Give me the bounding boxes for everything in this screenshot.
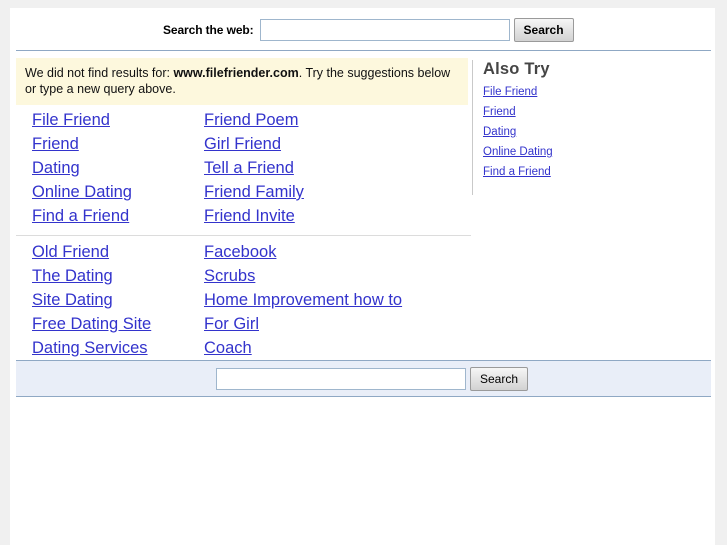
also-try-link[interactable]: File Friend — [483, 86, 697, 98]
keyword-link[interactable]: Friend — [32, 135, 79, 153]
keyword-link[interactable]: Find a Friend — [32, 207, 129, 225]
top-search-form: Search the web: Search — [163, 18, 574, 42]
keyword-cell: Friend Invite — [204, 207, 295, 226]
keyword-cell: Friend — [32, 135, 79, 154]
keyword-cell: File Friend — [32, 111, 110, 130]
keyword-cell: Coach — [204, 339, 252, 358]
keyword-link[interactable]: Free Dating Site — [32, 315, 151, 333]
keyword-link[interactable]: Facebook — [204, 243, 276, 261]
keyword-cell: Online Dating — [32, 183, 132, 202]
keyword-row: Online Dating Friend Family — [16, 183, 471, 207]
keyword-row: Free Dating Site For Girl — [16, 315, 471, 339]
keyword-row: The Dating Scrubs — [16, 267, 471, 291]
keyword-link[interactable]: Home Improvement how to — [204, 291, 402, 309]
also-try-heading: Also Try — [483, 60, 697, 79]
also-try-link[interactable]: Find a Friend — [483, 166, 697, 178]
bottom-search-bar: Search — [16, 360, 711, 397]
top-search-input[interactable] — [260, 19, 510, 41]
keyword-cell: Free Dating Site — [32, 315, 151, 334]
header-divider — [16, 50, 711, 51]
keyword-cell: Find a Friend — [32, 207, 129, 226]
keyword-cell: Dating Services — [32, 339, 148, 358]
keyword-row: Friend Girl Friend — [16, 135, 471, 159]
notice-query: www.filefriender.com — [173, 66, 298, 80]
also-try-sidebar: Also Try File Friend Friend Dating Onlin… — [472, 60, 697, 195]
keyword-link[interactable]: Scrubs — [204, 267, 255, 285]
keyword-cell: Dating — [32, 159, 80, 178]
top-search-bar: Search the web: Search — [10, 8, 715, 50]
top-search-button[interactable]: Search — [514, 18, 574, 42]
keyword-row: Old Friend Facebook — [16, 243, 471, 267]
notice-prefix: We did not find results for: — [25, 66, 173, 80]
keyword-link[interactable]: Online Dating — [32, 183, 132, 201]
keyword-cell: Scrubs — [204, 267, 255, 286]
keyword-link[interactable]: For Girl — [204, 315, 259, 333]
keyword-link[interactable]: Old Friend — [32, 243, 109, 261]
keyword-link[interactable]: Dating Services — [32, 339, 148, 357]
keyword-row: Site Dating Home Improvement how to — [16, 291, 471, 315]
keyword-cell: Facebook — [204, 243, 276, 262]
keyword-group-1: File Friend Friend Poem Friend Girl Frie… — [16, 105, 471, 231]
keyword-cell: Friend Poem — [204, 111, 298, 130]
bottom-search-input[interactable] — [216, 368, 466, 390]
search-the-web-label: Search the web: — [163, 23, 254, 37]
keyword-link[interactable]: File Friend — [32, 111, 110, 129]
keyword-link[interactable]: Girl Friend — [204, 135, 281, 153]
keyword-cell: Tell a Friend — [204, 159, 294, 178]
no-results-notice: We did not find results for: www.filefri… — [16, 58, 468, 105]
also-try-link[interactable]: Friend — [483, 106, 697, 118]
keyword-link[interactable]: The Dating — [32, 267, 113, 285]
bottom-search-button[interactable]: Search — [470, 367, 528, 391]
keyword-link[interactable]: Friend Invite — [204, 207, 295, 225]
keyword-cell: Old Friend — [32, 243, 109, 262]
keyword-cell: Home Improvement how to — [204, 291, 402, 310]
keyword-link[interactable]: Coach — [204, 339, 252, 357]
also-try-link[interactable]: Dating — [483, 126, 697, 138]
keyword-link[interactable]: Tell a Friend — [204, 159, 294, 177]
page-container: Search the web: Search We did not find r… — [10, 8, 715, 545]
keyword-cell: Girl Friend — [204, 135, 281, 154]
keyword-link[interactable]: Friend Poem — [204, 111, 298, 129]
also-try-link[interactable]: Online Dating — [483, 146, 697, 158]
keyword-row: File Friend Friend Poem — [16, 111, 471, 135]
keyword-cell: Site Dating — [32, 291, 113, 310]
keyword-cell: Friend Family — [204, 183, 304, 202]
keyword-link[interactable]: Site Dating — [32, 291, 113, 309]
results-column: We did not find results for: www.filefri… — [16, 58, 471, 363]
keyword-cell: The Dating — [32, 267, 113, 286]
keyword-group-2: Old Friend Facebook The Dating Scrubs Si… — [16, 235, 471, 363]
keyword-cell: For Girl — [204, 315, 259, 334]
keyword-row: Dating Tell a Friend — [16, 159, 471, 183]
keyword-link[interactable]: Friend Family — [204, 183, 304, 201]
bottom-search-form: Search — [216, 367, 528, 391]
keyword-row: Find a Friend Friend Invite — [16, 207, 471, 231]
keyword-link[interactable]: Dating — [32, 159, 80, 177]
